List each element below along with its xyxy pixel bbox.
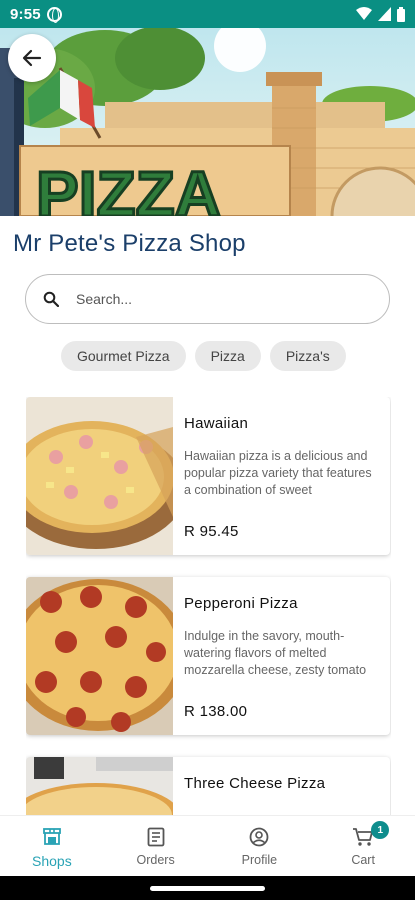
product-image: [26, 757, 173, 815]
system-navigation-bar: [0, 876, 415, 900]
product-list: Hawaiian Hawaiian pizza is a delicious a…: [26, 397, 391, 815]
page-title: Mr Pete's Pizza Shop: [13, 230, 246, 257]
nav-label-shops: Shops: [32, 853, 72, 869]
bottom-navigation: Shops Orders Profile 1 Cart: [0, 815, 415, 876]
product-description: Indulge in the savory, mouth-watering fl…: [184, 629, 367, 677]
home-indicator[interactable]: [150, 886, 265, 891]
person-circle-icon: [249, 826, 269, 848]
wifi-icon: [356, 7, 372, 20]
storefront-icon: [42, 826, 62, 848]
arrow-left-icon: [22, 49, 42, 67]
product-name: Three Cheese Pizza: [184, 775, 326, 792]
product-info: Three Cheese Pizza: [173, 757, 390, 815]
product-image: [26, 577, 173, 735]
nav-profile[interactable]: Profile: [208, 816, 312, 876]
chip-pizza[interactable]: Pizza: [194, 341, 261, 371]
status-time: 9:55: [10, 5, 41, 23]
nav-label-cart: Cart: [351, 853, 375, 867]
cart-badge: 1: [371, 821, 390, 839]
pizza-banner-illustration: PIZZA: [0, 28, 415, 216]
nav-shops[interactable]: Shops: [0, 816, 104, 876]
product-name: Hawaiian: [184, 415, 249, 432]
product-price: R 95.45: [184, 523, 239, 540]
chip-gourmet-pizza[interactable]: Gourmet Pizza: [61, 341, 186, 371]
product-card[interactable]: Hawaiian Hawaiian pizza is a delicious a…: [26, 397, 390, 555]
hero-banner: PIZZA: [0, 28, 415, 216]
signal-icon: [378, 7, 391, 21]
battery-icon: [397, 6, 405, 22]
product-description: Hawaiian pizza is a delicious and popula…: [184, 449, 372, 497]
receipt-icon: [147, 826, 165, 848]
search-input[interactable]: [76, 291, 356, 307]
nav-orders[interactable]: Orders: [104, 816, 208, 876]
back-button[interactable]: [8, 34, 56, 82]
nav-label-profile: Profile: [241, 853, 278, 867]
nav-cart[interactable]: 1 Cart: [311, 816, 415, 876]
category-chips: Gourmet Pizza Pizza Pizza's: [61, 341, 346, 371]
product-image: [26, 397, 173, 555]
search-icon: [42, 290, 60, 308]
product-name: Pepperoni Pizza: [184, 595, 298, 612]
status-icons: [356, 6, 405, 22]
search-bar[interactable]: [25, 274, 390, 324]
banner-text: PIZZA: [36, 158, 221, 216]
product-info: Hawaiian Hawaiian pizza is a delicious a…: [173, 397, 390, 555]
product-price: R 138.00: [184, 703, 248, 720]
product-card[interactable]: Pepperoni Pizza Indulge in the savory, m…: [26, 577, 390, 735]
nav-label-orders: Orders: [136, 853, 175, 867]
product-info: Pepperoni Pizza Indulge in the savory, m…: [173, 577, 390, 735]
product-card[interactable]: Three Cheese Pizza: [26, 757, 390, 815]
globe-icon: [46, 6, 62, 23]
chip-pizzas[interactable]: Pizza's: [269, 341, 346, 371]
status-bar: 9:55: [0, 0, 415, 28]
